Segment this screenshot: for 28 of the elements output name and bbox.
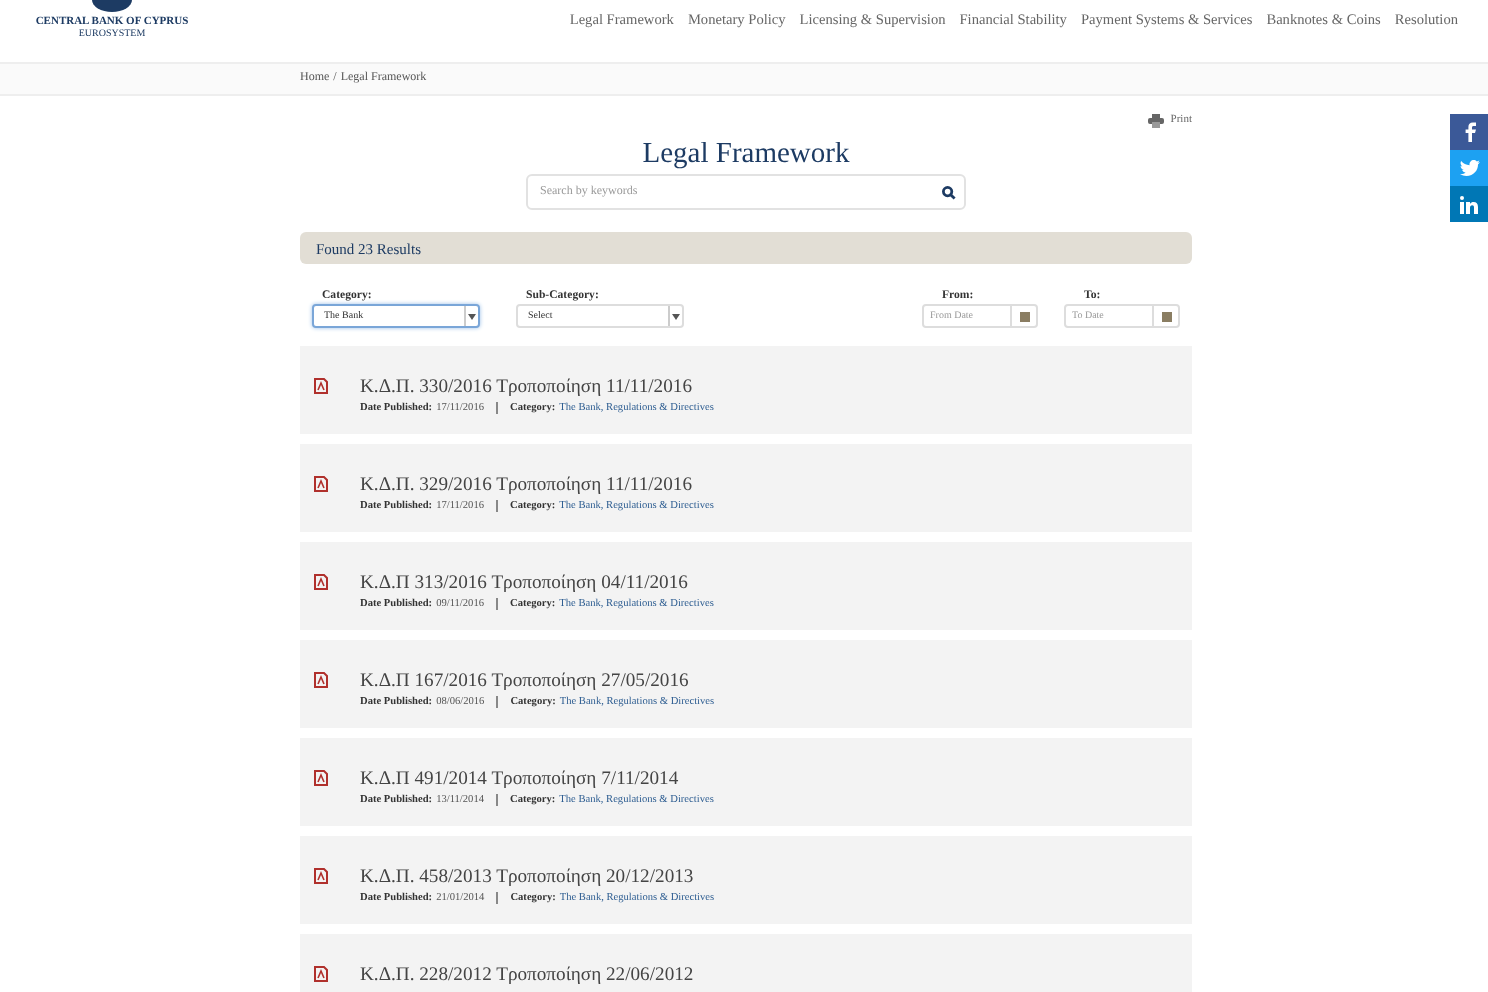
facebook-icon	[1463, 122, 1475, 142]
document-link[interactable]: Κ.Δ.Π 313/2016 Τροποποίηση 04/11/2016	[360, 572, 714, 594]
pdf-icon[interactable]	[314, 574, 328, 590]
pdf-icon[interactable]	[314, 378, 328, 394]
printer-icon[interactable]	[1148, 113, 1165, 127]
caret-icon	[468, 313, 476, 319]
document-link[interactable]: Κ.Δ.Π. 458/2013 Τροποποίηση 20/12/2013	[360, 866, 715, 888]
caret-icon	[672, 313, 680, 319]
calendar-icon[interactable]	[1019, 311, 1029, 321]
pdf-icon[interactable]	[314, 770, 328, 786]
linkedin-share-button[interactable]	[1450, 186, 1488, 222]
facebook-share-button[interactable]	[1450, 114, 1488, 150]
document-link[interactable]: Κ.Δ.Π 167/2016 Τροποποίηση 27/05/2016	[360, 670, 715, 692]
pdf-icon[interactable]	[314, 672, 328, 688]
calendar-icon[interactable]	[1161, 311, 1171, 321]
document-link[interactable]: Κ.Δ.Π. 228/2012 Τροποποίηση 22/06/2012	[360, 964, 694, 986]
pdf-icon[interactable]	[314, 966, 328, 982]
document-link[interactable]: Κ.Δ.Π 491/2014 Τροποποίηση 7/11/2014	[360, 768, 714, 790]
document-link[interactable]: Κ.Δ.Π. 330/2016 Τροποποίηση 11/11/2016	[360, 376, 714, 398]
emblem-icon[interactable]	[90, 0, 134, 12]
pdf-icon[interactable]	[314, 476, 328, 492]
linkedin-icon	[1460, 195, 1478, 213]
page-title: Legal Framework	[640, 136, 852, 172]
pdf-icon[interactable]	[314, 868, 328, 884]
document-link[interactable]: Κ.Δ.Π. 329/2016 Τροποποίηση 11/11/2016	[360, 474, 714, 496]
twitter-share-button[interactable]	[1450, 150, 1488, 186]
twitter-icon	[1459, 160, 1479, 176]
search-icon[interactable]	[942, 185, 956, 199]
